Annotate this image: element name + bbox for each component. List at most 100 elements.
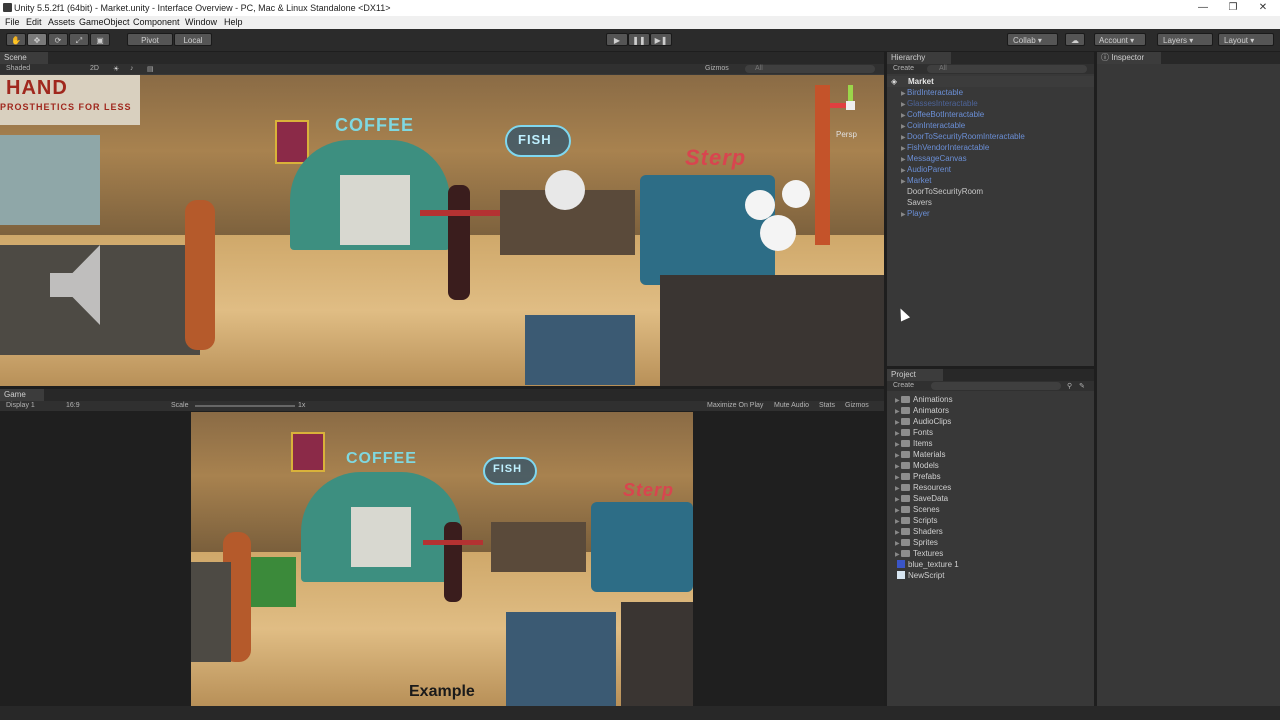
hierarchy-item[interactable]: ▶GlassesInteractable [901, 99, 978, 108]
maximize-on-play-toggle[interactable]: Maximize On Play [707, 402, 763, 409]
game-viewport[interactable]: COFFEE FISH Sterp Example [191, 412, 693, 706]
hierarchy-item[interactable]: ▶CoffeeBotInteractable [901, 110, 984, 119]
menu-window[interactable]: Window [185, 17, 217, 27]
project-folder-label: Scripts [913, 516, 938, 525]
move-tool-icon[interactable]: ✥ [27, 33, 47, 46]
project-folder[interactable]: ▶ Shaders [895, 527, 943, 536]
maximize-button[interactable]: ❐ [1218, 0, 1248, 16]
hierarchy-create-dropdown[interactable]: Create [893, 65, 914, 72]
rotate-tool-icon[interactable]: ⟳ [48, 33, 68, 46]
project-folder[interactable]: ▶ Scenes [895, 505, 940, 514]
display-dropdown[interactable]: Display 1 [6, 402, 35, 409]
project-folder[interactable]: ▶ SaveData [895, 494, 948, 503]
minimize-button[interactable]: — [1188, 0, 1218, 16]
scene-gizmos-dropdown[interactable]: Gizmos [705, 65, 729, 72]
project-folder-label: Animations [913, 395, 953, 404]
texture-icon [897, 560, 905, 568]
hierarchy-item[interactable]: ▶CoinInteractable [901, 121, 965, 130]
pivot-label: Pivot [141, 36, 159, 45]
lighting-icon[interactable]: ☀ [113, 65, 119, 73]
project-folder[interactable]: ▶ Animators [895, 406, 949, 415]
project-folder[interactable]: ▶ Textures [895, 549, 943, 558]
tab-inspector[interactable]: ⓘ Inspector [1097, 52, 1161, 64]
game-gizmos-dropdown[interactable]: Gizmos [845, 402, 869, 409]
project-folder[interactable]: ▶ Items [895, 439, 933, 448]
project-folder[interactable]: ▶ Scripts [895, 516, 937, 525]
menu-bar: File Edit Assets GameObject Component Wi… [0, 16, 1280, 29]
game-tab-strip: Game [0, 389, 884, 401]
hand-tool-icon[interactable]: ✋ [6, 33, 26, 46]
effects-icon[interactable]: ▤ [147, 65, 154, 73]
filter-by-label-icon[interactable]: ✎ [1079, 382, 1085, 390]
menu-help[interactable]: Help [224, 17, 243, 27]
audio-icon[interactable]: ♪ [130, 65, 134, 72]
collab-dropdown[interactable]: Collab ▾ [1007, 33, 1058, 46]
shading-mode-dropdown[interactable]: Shaded [6, 65, 30, 72]
project-folder-label: Animators [913, 406, 950, 415]
hierarchy-item[interactable]: ▶Market [901, 176, 931, 185]
layout-dropdown[interactable]: Layout ▾ [1218, 33, 1274, 46]
project-folder[interactable]: ▶ Resources [895, 483, 951, 492]
game-sterp-sign-text: Sterp [623, 480, 675, 500]
play-button[interactable]: ▶ [606, 33, 628, 46]
project-folder[interactable]: ▶ AudioClips [895, 417, 951, 426]
menu-edit[interactable]: Edit [26, 17, 42, 27]
project-folder[interactable]: ▶ Materials [895, 450, 945, 459]
hierarchy-tab-label: Hierarchy [891, 53, 926, 62]
light-bulb-3 [760, 215, 796, 251]
hierarchy-item[interactable]: ▶Player [901, 209, 930, 218]
project-search-input[interactable] [931, 382, 1061, 390]
hierarchy-search-input[interactable] [927, 65, 1087, 73]
layers-dropdown[interactable]: Layers ▾ [1157, 33, 1213, 46]
scene-search-input[interactable] [745, 65, 875, 73]
hierarchy-item[interactable]: ▶MessageCanvas [901, 154, 967, 163]
close-button[interactable]: ✕ [1248, 0, 1278, 16]
hierarchy-item[interactable]: Savers [901, 198, 932, 207]
hierarchy-item[interactable]: DoorToSecurityRoom [901, 187, 983, 196]
tab-hierarchy[interactable]: Hierarchy [887, 52, 951, 64]
pivot-toggle[interactable]: Pivot [127, 33, 173, 46]
script-icon [897, 571, 905, 579]
tab-project[interactable]: Project [887, 369, 943, 381]
scale-tool-icon[interactable]: ⤢ [69, 33, 89, 46]
project-asset[interactable]: blue_texture 1 [897, 560, 959, 569]
scene-orientation-gizmo[interactable] [830, 85, 870, 125]
unity-scene-icon: ◈ [891, 77, 898, 86]
hierarchy-item[interactable]: ▶DoorToSecurityRoomInteractable [901, 132, 1025, 141]
unity-logo-icon [3, 3, 12, 12]
hierarchy-item[interactable]: ▶BirdInteractable [901, 88, 963, 97]
poster-sign [275, 120, 309, 164]
2d-toggle[interactable]: 2D [90, 65, 99, 72]
project-folder[interactable]: ▶ Animations [895, 395, 953, 404]
game-green-box [251, 557, 296, 607]
project-asset[interactable]: NewScript [897, 571, 944, 580]
menu-component[interactable]: Component [133, 17, 180, 27]
hierarchy-item[interactable]: ▶AudioParent [901, 165, 951, 174]
rect-tool-icon[interactable]: ▣ [90, 33, 110, 46]
project-folder[interactable]: ▶ Sprites [895, 538, 938, 547]
stats-toggle[interactable]: Stats [819, 402, 835, 409]
scale-slider[interactable] [195, 405, 295, 407]
scene-viewport[interactable]: HAND PROSTHETICS FOR LESS COFFEE FISH St… [0, 75, 884, 386]
account-dropdown[interactable]: Account ▾ [1094, 33, 1146, 46]
filter-by-type-icon[interactable]: ⚲ [1067, 382, 1072, 390]
aspect-dropdown[interactable]: 16:9 [66, 402, 80, 409]
project-folder[interactable]: ▶ Models [895, 461, 939, 470]
tab-scene[interactable]: Scene [0, 52, 48, 64]
step-button[interactable]: ▶❚ [650, 33, 672, 46]
menu-gameobject[interactable]: GameObject [79, 17, 130, 27]
project-folder[interactable]: ▶ Prefabs [895, 472, 941, 481]
cloud-icon[interactable]: ☁ [1065, 33, 1085, 46]
menu-assets[interactable]: Assets [48, 17, 75, 27]
tab-game[interactable]: Game [0, 389, 44, 401]
pause-button[interactable]: ❚❚ [628, 33, 650, 46]
scene-tab-strip: Scene [0, 52, 884, 64]
project-create-dropdown[interactable]: Create [893, 382, 914, 389]
project-folder[interactable]: ▶ Fonts [895, 428, 933, 437]
mute-audio-toggle[interactable]: Mute Audio [774, 402, 809, 409]
local-toggle[interactable]: Local [174, 33, 212, 46]
hierarchy-scene-row[interactable]: ◈ Market [887, 76, 1094, 87]
project-toolbar: Create ⚲ ✎ [887, 381, 1094, 391]
hierarchy-item[interactable]: ▶FishVendorInteractable [901, 143, 989, 152]
menu-file[interactable]: File [5, 17, 20, 27]
